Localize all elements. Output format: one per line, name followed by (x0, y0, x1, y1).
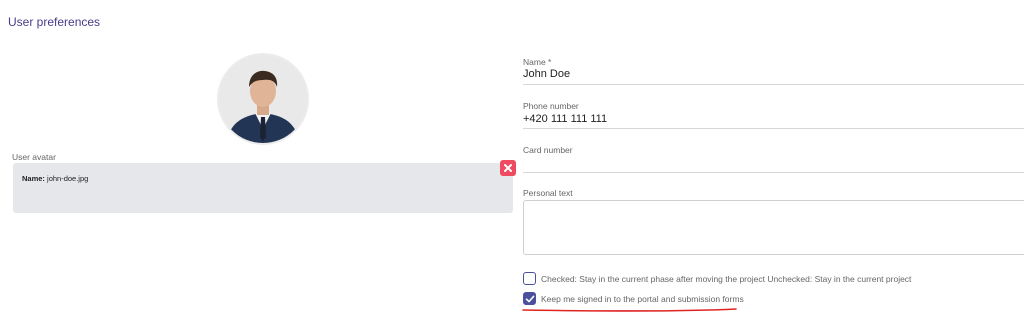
highlight-underline (522, 308, 737, 312)
avatar-file-box: Name: john-doe.jpg (13, 163, 513, 213)
card-number-label: Card number (523, 145, 573, 155)
name-label: Name * (523, 57, 552, 67)
stay-in-phase-label: Checked: Stay in the current phase after… (541, 274, 912, 284)
phone-underline (523, 128, 1024, 129)
personal-text-textarea[interactable] (523, 200, 1024, 255)
close-icon (504, 164, 512, 172)
keep-signed-in-checkbox[interactable] (523, 292, 536, 305)
avatar-image (219, 55, 307, 143)
keep-signed-in-label: Keep me signed in to the portal and subm… (541, 294, 744, 304)
name-input[interactable]: John Doe (523, 68, 570, 80)
phone-label: Phone number (523, 101, 579, 111)
remove-avatar-button[interactable] (500, 160, 516, 176)
checkmark-icon (525, 295, 535, 303)
file-name-value: john-doe.jpg (47, 174, 89, 183)
phone-input[interactable]: +420 111 111 111 (523, 113, 607, 125)
file-name-label: Name: (22, 174, 45, 183)
personal-text-label: Personal text (523, 188, 573, 198)
stay-in-phase-checkbox[interactable] (523, 272, 536, 285)
card-number-input[interactable] (523, 157, 1023, 171)
page-title: User preferences (8, 15, 101, 29)
avatar-label: User avatar (12, 152, 56, 162)
avatar-file-name: Name: john-doe.jpg (22, 174, 88, 183)
card-number-underline (523, 172, 1024, 173)
name-underline (523, 84, 1024, 85)
